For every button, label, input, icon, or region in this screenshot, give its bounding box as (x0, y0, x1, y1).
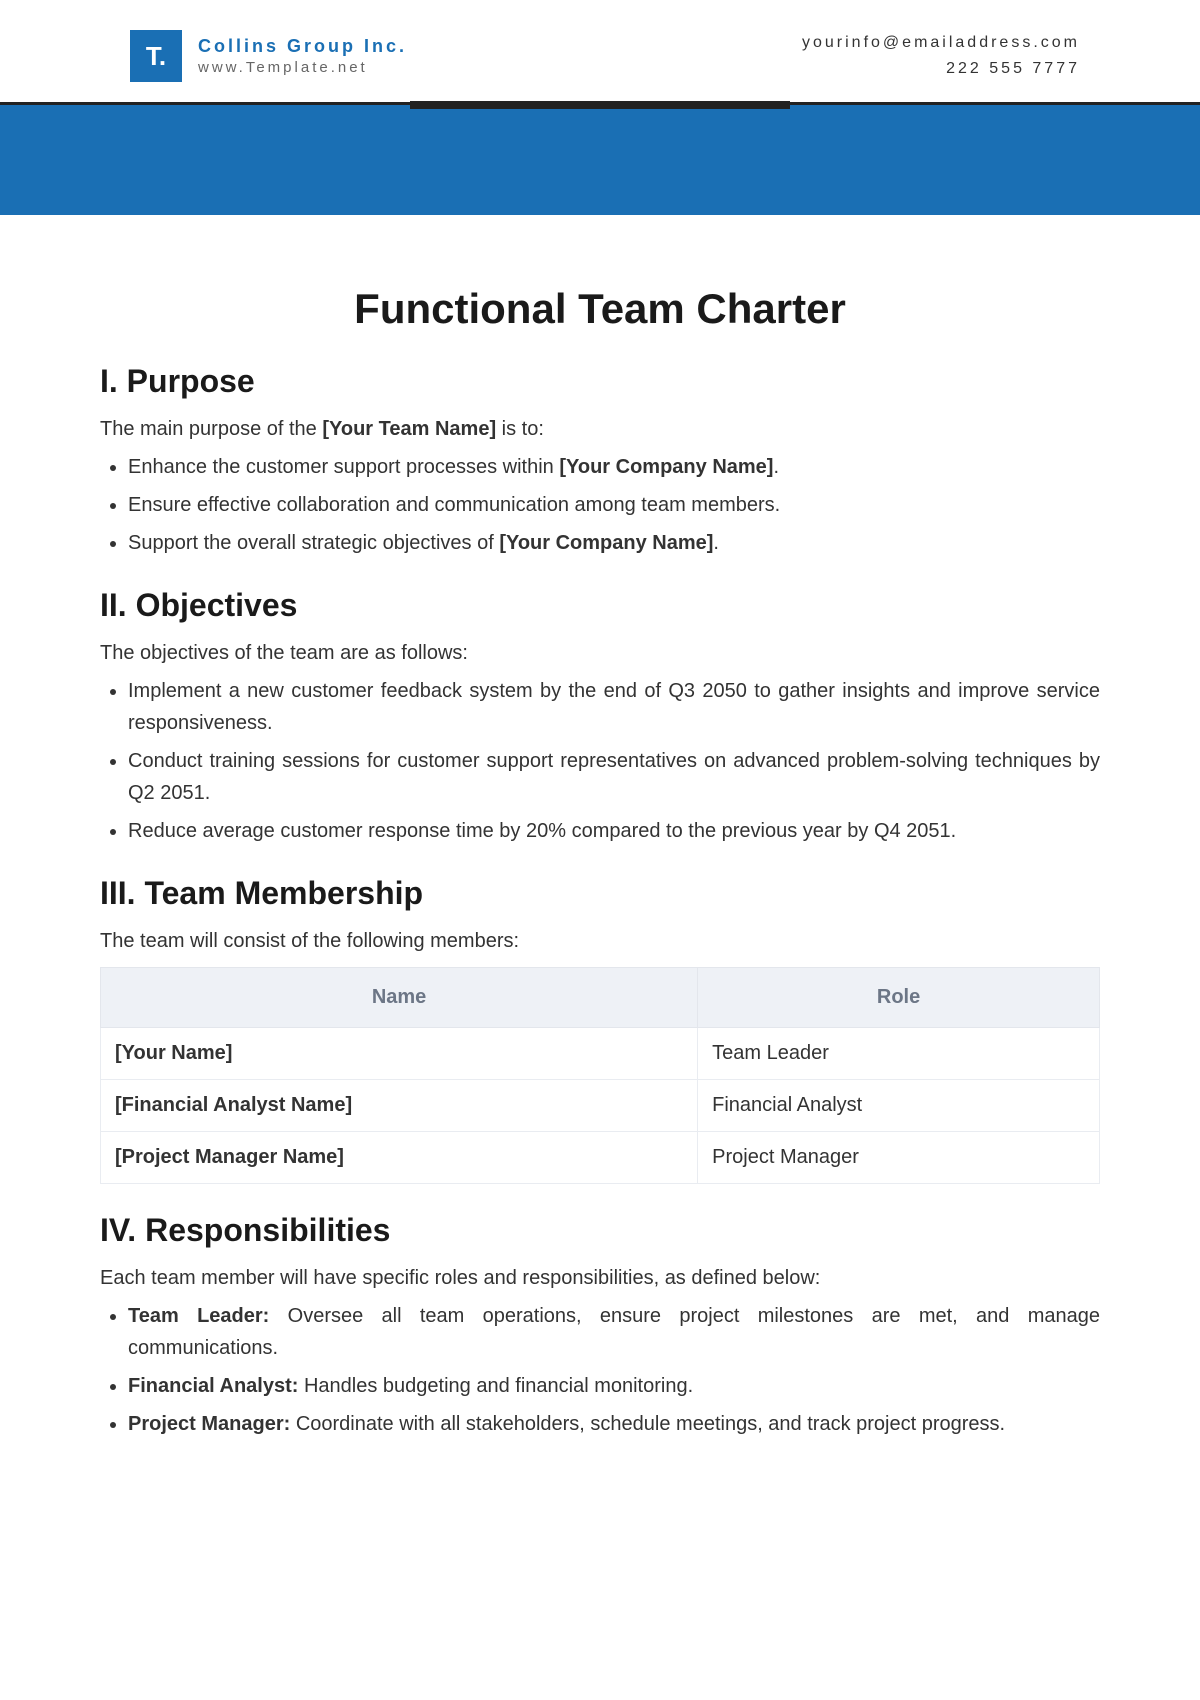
contact-block: yourinfo@emailaddress.com 222 555 7777 (802, 30, 1080, 81)
cell-role: Financial Analyst (698, 1080, 1100, 1132)
purpose-intro-prefix: The main purpose of the (100, 418, 322, 440)
role-label: Team Leader: (128, 1305, 269, 1327)
logo-block: T. Collins Group Inc. www.Template.net (130, 30, 407, 82)
cell-name: [Project Manager Name] (101, 1132, 698, 1184)
section-heading-responsibilities: IV. Responsibilities (100, 1212, 1100, 1249)
company-url: www.Template.net (198, 58, 407, 78)
text: Support the overall strategic objectives… (128, 532, 499, 554)
responsibilities-intro: Each team member will have specific role… (100, 1267, 1100, 1290)
list-item: Conduct training sessions for customer s… (128, 745, 1100, 809)
content: Functional Team Charter I. Purpose The m… (0, 215, 1200, 1490)
column-header-role: Role (698, 968, 1100, 1028)
purpose-intro-suffix: is to: (496, 418, 544, 440)
list-item: Enhance the customer support processes w… (128, 451, 1100, 483)
page-title: Functional Team Charter (100, 285, 1100, 333)
role-desc: Coordinate with all stakeholders, schedu… (290, 1413, 1005, 1435)
cell-name: [Financial Analyst Name] (101, 1080, 698, 1132)
list-item: Implement a new customer feedback system… (128, 675, 1100, 739)
list-item: Financial Analyst: Handles budgeting and… (128, 1370, 1100, 1402)
blue-band (0, 105, 1200, 215)
cell-role: Team Leader (698, 1028, 1100, 1080)
purpose-intro-placeholder: [Your Team Name] (322, 418, 496, 440)
section-heading-purpose: I. Purpose (100, 363, 1100, 400)
placeholder: [Your Company Name] (499, 532, 713, 554)
text: Ensure effective collaboration and commu… (128, 494, 780, 516)
divider (0, 102, 1200, 105)
company-name: Collins Group Inc. (198, 35, 407, 58)
contact-phone: 222 555 7777 (802, 56, 1080, 82)
objectives-intro: The objectives of the team are as follow… (100, 642, 1100, 665)
list-item: Support the overall strategic objectives… (128, 527, 1100, 559)
placeholder: [Your Company Name] (559, 456, 773, 478)
list-item: Team Leader: Oversee all team operations… (128, 1300, 1100, 1364)
purpose-list: Enhance the customer support processes w… (100, 451, 1100, 559)
header: T. Collins Group Inc. www.Template.net y… (0, 0, 1200, 102)
objectives-list: Implement a new customer feedback system… (100, 675, 1100, 847)
table-row: [Project Manager Name] Project Manager (101, 1132, 1100, 1184)
table-header-row: Name Role (101, 968, 1100, 1028)
purpose-intro: The main purpose of the [Your Team Name]… (100, 418, 1100, 441)
list-item: Reduce average customer response time by… (128, 815, 1100, 847)
company-text: Collins Group Inc. www.Template.net (198, 35, 407, 78)
role-desc: Handles budgeting and financial monitori… (298, 1375, 693, 1397)
table-row: [Financial Analyst Name] Financial Analy… (101, 1080, 1100, 1132)
list-item: Project Manager: Coordinate with all sta… (128, 1408, 1100, 1440)
divider-accent (410, 101, 790, 109)
membership-table: Name Role [Your Name] Team Leader [Finan… (100, 967, 1100, 1184)
text: . (773, 456, 779, 478)
column-header-name: Name (101, 968, 698, 1028)
list-item: Ensure effective collaboration and commu… (128, 489, 1100, 521)
text: . (713, 532, 719, 554)
responsibilities-list: Team Leader: Oversee all team operations… (100, 1300, 1100, 1440)
table-row: [Your Name] Team Leader (101, 1028, 1100, 1080)
cell-role: Project Manager (698, 1132, 1100, 1184)
logo-icon: T. (130, 30, 182, 82)
role-desc: Oversee all team operations, ensure proj… (128, 1305, 1100, 1359)
cell-name: [Your Name] (101, 1028, 698, 1080)
text: Enhance the customer support processes w… (128, 456, 559, 478)
contact-email: yourinfo@emailaddress.com (802, 30, 1080, 56)
membership-intro: The team will consist of the following m… (100, 930, 1100, 953)
section-heading-objectives: II. Objectives (100, 587, 1100, 624)
role-label: Project Manager: (128, 1413, 290, 1435)
role-label: Financial Analyst: (128, 1375, 298, 1397)
section-heading-membership: III. Team Membership (100, 875, 1100, 912)
